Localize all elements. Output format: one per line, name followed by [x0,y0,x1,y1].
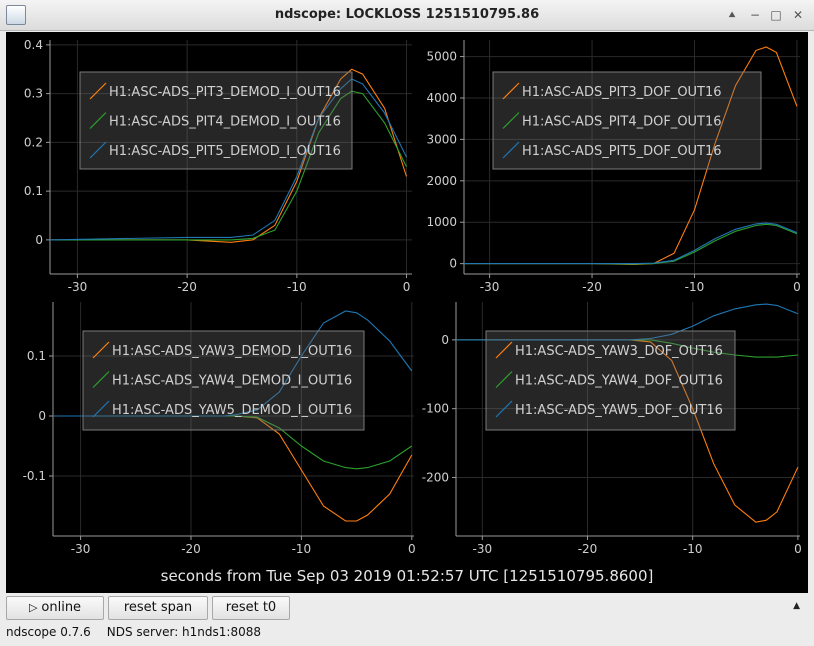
x-tick-label: 0 [403,280,411,294]
series-line-3 [464,222,798,265]
up-icon[interactable]: ⯅ [723,6,741,24]
play-icon: ▷ [28,601,38,614]
legend-entry-label: H1:ASC-ADS_YAW5_DEMOD_I_OUT16 [112,403,352,418]
y-tick-label: 4000 [426,91,457,105]
legend-entry-label: H1:ASC-ADS_YAW5_DOF_OUT16 [515,403,723,418]
y-tick-label: 0.1 [24,184,43,198]
legend-entry-label: H1:ASC-ADS_PIT3_DOF_OUT16 [522,85,722,100]
y-tick-label: -100 [422,402,449,416]
legend-entry-label: H1:ASC-ADS_PIT4_DOF_OUT16 [522,115,722,130]
x-tick-label: -20 [582,280,602,294]
online-button[interactable]: ▷ online [6,596,104,620]
x-tick-label: -30 [68,280,88,294]
x-tick-label: -10 [292,542,312,556]
y-tick-label: 3000 [426,132,457,146]
legend-entry-label: H1:ASC-ADS_YAW4_DEMOD_I_OUT16 [112,374,352,389]
x-tick-label: -10 [287,280,307,294]
y-tick-label: 0 [449,257,457,271]
x-tick-label: -10 [685,280,705,294]
legend-entry-label: H1:ASC-ADS_PIT5_DEMOD_I_OUT16 [109,144,341,159]
legend-entry-label: H1:ASC-ADS_YAW3_DOF_OUT16 [515,344,723,359]
x-tick-label: -20 [177,280,197,294]
y-tick-label: 0 [441,333,449,347]
plot-panel-3: -30 -20 -10 0 -0.1 0 0.1 H1:ASC-ADS_YAW3_DEMOD_… [23,302,416,556]
status-bar: ndscope 0.7.6 NDS server: h1nds1:8088 [6,625,261,639]
y-tick-label: 0 [35,233,43,247]
legend-entry-label: H1:ASC-ADS_PIT3_DEMOD_I_OUT16 [109,85,341,100]
y-tick-label: 5000 [426,50,457,64]
x-axis-caption: seconds from Tue Sep 03 2019 01:52:57 UT… [160,567,654,585]
y-tick-label: 0.1 [27,349,46,363]
x-tick-label: 0 [793,280,801,294]
window-title: ndscope: LOCKLOSS 1251510795.86 [274,7,540,22]
window-titlebar: ndscope: LOCKLOSS 1251510795.86 ⯅ − □ ✕ [0,0,814,31]
plot-panel-2: -30 -20 -10 0 0 1000 2000 3000 4000 5000 H1:ASC-AD… [426,40,801,294]
maximize-icon[interactable]: □ [767,6,785,24]
plot-panel-1: -30 -20 -10 0 0 0.1 0.2 0.3 0.4 H1:ASC-ADS_PIT3_D… [24,38,412,294]
y-tick-label: -0.1 [23,469,46,483]
minimize-icon[interactable]: − [746,6,764,24]
y-tick-label: 0.4 [24,38,43,52]
x-tick-label: -20 [578,542,598,556]
y-tick-label: 2000 [426,174,457,188]
version-label: ndscope 0.7.6 [6,625,91,639]
legend-entry-label: H1:ASC-ADS_PIT4_DEMOD_I_OUT16 [109,115,341,130]
reset-t0-button[interactable]: reset t0 [212,596,290,620]
x-tick-label: -10 [683,542,703,556]
close-icon[interactable]: ✕ [789,6,807,24]
y-tick-label: 0.3 [24,87,43,101]
collapse-arrow-icon[interactable]: ▲ [793,601,800,611]
x-tick-label: -30 [472,542,492,556]
online-label: online [41,600,82,615]
reset-span-button[interactable]: reset span [108,596,208,620]
plot-panel-4: -30 -20 -10 0-200-1000H1:ASC-ADS_YAW3_DOF_O… [422,302,802,556]
y-tick-label: -200 [422,471,449,485]
y-tick-label: 0 [38,409,46,423]
legend-entry-label: H1:ASC-ADS_PIT5_DOF_OUT16 [522,144,722,159]
plot-area: -30 -20 -10 0 0 0.1 0.2 0.3 0.4 H1:ASC-ADS_PIT3_D… [6,32,808,593]
x-tick-label: -30 [71,542,91,556]
y-tick-label: 0.2 [24,135,43,149]
plots-canvas[interactable]: -30 -20 -10 000.10.20.30.4H1:ASC-ADS_PIT3_D… [6,32,808,593]
x-tick-label: -20 [181,542,201,556]
legend-entry-label: H1:ASC-ADS_YAW3_DEMOD_I_OUT16 [112,344,352,359]
y-tick-label: 1000 [426,215,457,229]
nds-server-label: NDS server: h1nds1:8088 [106,625,261,639]
series-line-2 [464,223,798,265]
x-tick-label: 0 [408,542,416,556]
legend-entry-label: H1:ASC-ADS_YAW4_DOF_OUT16 [515,374,723,389]
x-tick-label: 0 [794,542,802,556]
x-tick-label: -30 [480,280,500,294]
